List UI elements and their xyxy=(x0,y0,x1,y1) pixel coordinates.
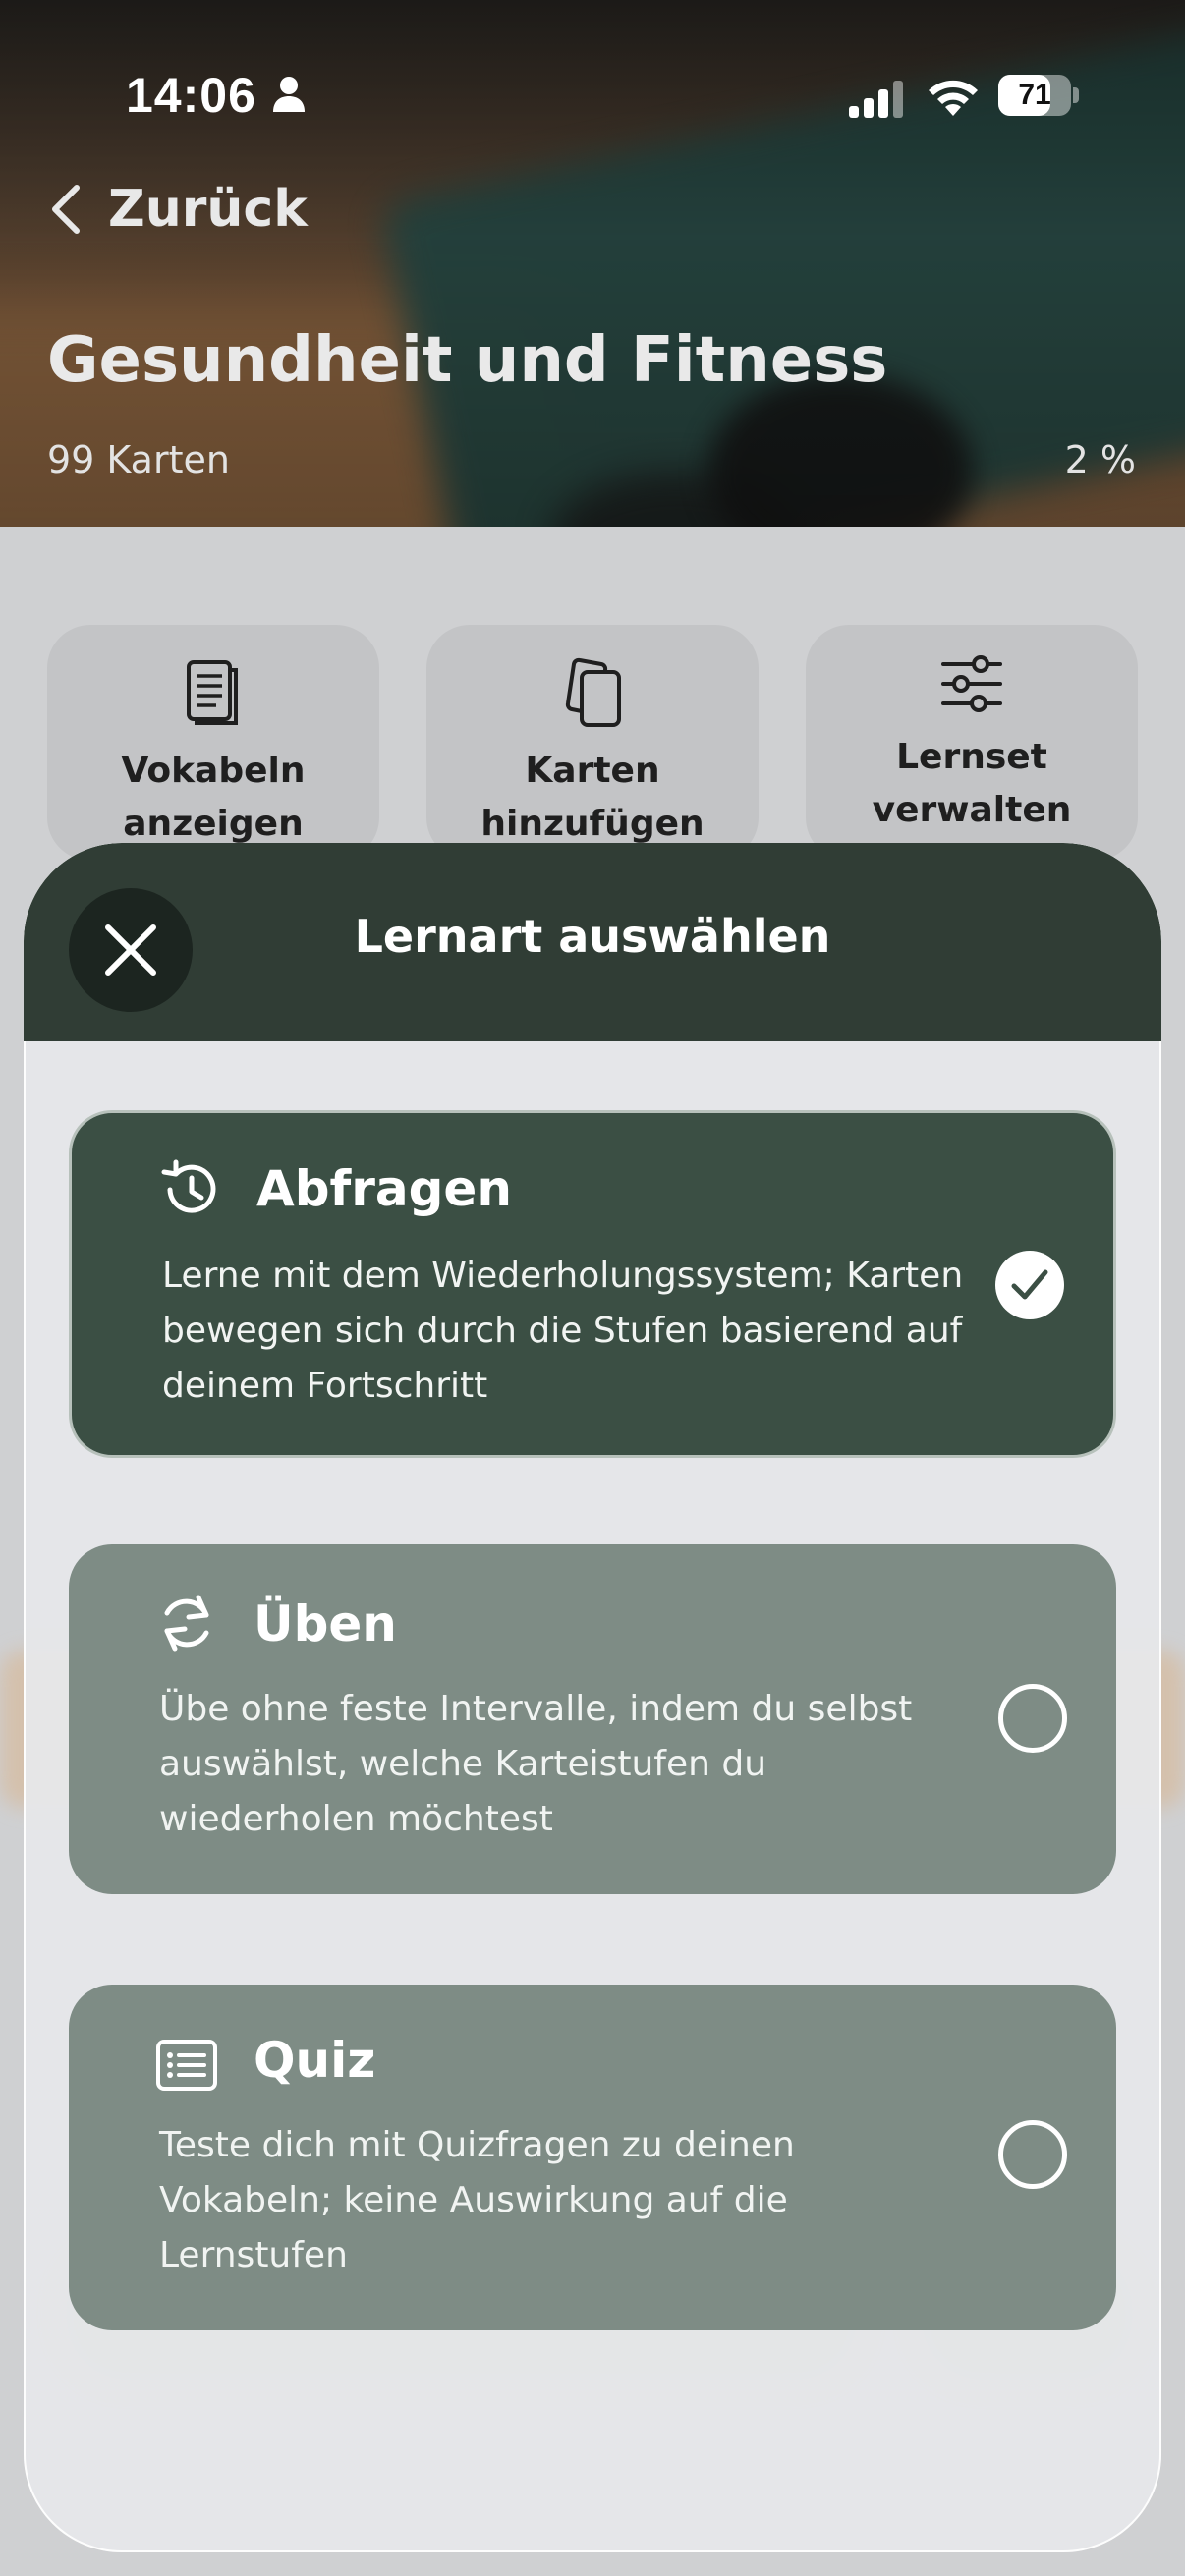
radio-unselected[interactable] xyxy=(998,2120,1067,2189)
manage-set-label: Lernset verwalten xyxy=(872,737,1072,830)
option-ueben[interactable]: Üben Übe ohne feste Intervalle, indem du… xyxy=(69,1544,1116,1894)
option-abfragen[interactable]: Abfragen Lerne mit dem Wiederholungssyst… xyxy=(69,1110,1116,1458)
add-cards-label: Karten hinzufügen xyxy=(480,751,705,844)
back-button[interactable]: Zurück xyxy=(47,175,308,244)
wifi-icon xyxy=(929,80,978,116)
show-vocab-label: Vokabeln anzeigen xyxy=(121,751,306,844)
signal-icon xyxy=(849,81,903,118)
option-title: Üben xyxy=(254,1596,397,1652)
option-title: Abfragen xyxy=(256,1160,512,1217)
back-label: Zurück xyxy=(108,180,308,239)
add-cards-button[interactable]: Karten hinzufügen xyxy=(426,625,759,861)
chevron-left-icon xyxy=(52,185,80,234)
refresh-icon xyxy=(164,1595,209,1652)
action-row: Vokabeln anzeigen Karten hinzufügen Lern… xyxy=(47,625,1138,861)
sliders-icon xyxy=(941,655,1002,712)
cards-stack-icon xyxy=(565,657,621,727)
sheet-header: Lernart auswählen xyxy=(24,843,1161,1041)
option-quiz[interactable]: Quiz Teste dich mit Quizfragen zu deinen… xyxy=(69,1985,1116,2330)
checkmark-icon xyxy=(1011,1269,1048,1300)
status-bar: 14:06 71 xyxy=(0,59,1185,138)
learning-mode-sheet: Lernart auswählen Abfragen Lerne mit dem… xyxy=(24,843,1161,2552)
option-description: Übe ohne feste Intervalle, indem du selb… xyxy=(159,1689,913,1839)
radio-selected[interactable] xyxy=(995,1251,1064,1319)
person-icon xyxy=(273,77,305,112)
option-title: Quiz xyxy=(254,2032,376,2089)
show-vocab-button[interactable]: Vokabeln anzeigen xyxy=(47,625,379,861)
page-title: Gesundheit und Fitness xyxy=(47,324,888,397)
battery-indicator: 71 xyxy=(998,75,1079,116)
option-description: Lerne mit dem Wiederholungssystem; Karte… xyxy=(162,1256,964,1406)
option-description: Teste dich mit Quizfragen zu deinen Voka… xyxy=(159,2125,795,2275)
radio-unselected[interactable] xyxy=(998,1684,1067,1753)
manage-set-button[interactable]: Lernset verwalten xyxy=(806,625,1138,861)
status-time: 14:06 xyxy=(126,68,256,123)
quiz-list-icon xyxy=(156,2040,217,2091)
document-list-icon xyxy=(187,660,238,725)
sheet-title: Lernart auswählen xyxy=(354,910,831,963)
history-clock-icon xyxy=(161,1159,216,1213)
card-count: 99 Karten xyxy=(47,438,230,481)
progress-percent: 2 % xyxy=(1064,438,1136,481)
